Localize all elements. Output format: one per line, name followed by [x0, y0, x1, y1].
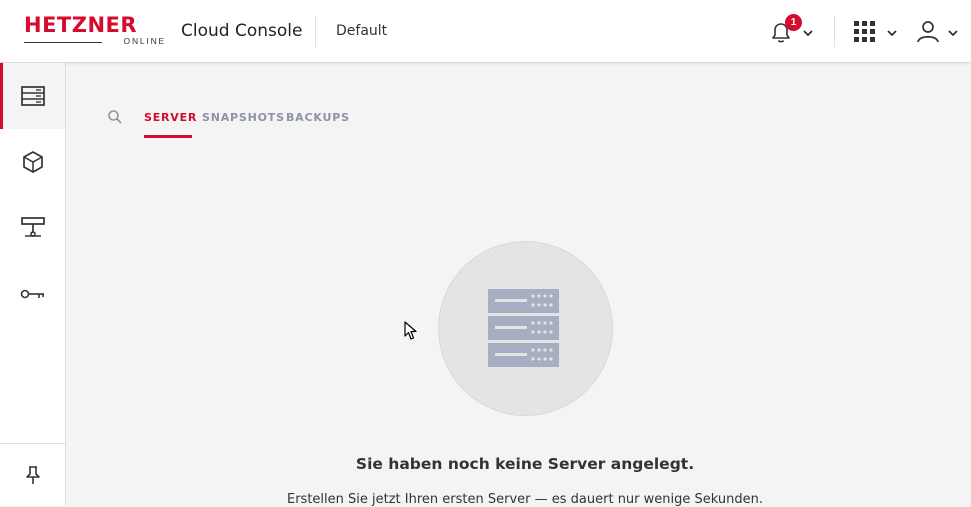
header-divider — [315, 16, 316, 47]
pin-sidebar-button[interactable] — [0, 444, 65, 506]
key-icon — [20, 289, 44, 299]
top-bar: HETZNER ONLINE Cloud Console Default 1 — [0, 0, 971, 63]
header-divider — [834, 16, 835, 47]
cube-icon — [22, 151, 43, 173]
sidebar-item-servers[interactable] — [0, 63, 65, 129]
user-chevron[interactable] — [947, 25, 959, 43]
empty-state-illustration — [438, 241, 613, 416]
sidebar-item-ssh-keys[interactable] — [0, 261, 65, 327]
sidebar — [0, 63, 66, 506]
project-selector[interactable]: Default — [336, 23, 387, 39]
search-button[interactable] — [107, 109, 123, 130]
tab-backups[interactable]: BACKUPS — [286, 111, 350, 124]
chevron-down-icon — [803, 30, 813, 37]
tab-server[interactable]: SERVER — [144, 111, 197, 124]
logo-wordmark: HETZNER — [24, 13, 138, 37]
logo-underline — [24, 42, 102, 43]
user-menu-button[interactable] — [915, 18, 941, 49]
tab-snapshots[interactable]: SNAPSHOTS — [202, 111, 285, 124]
sidebar-item-volumes[interactable] — [0, 129, 65, 195]
apps-grid-icon — [854, 21, 875, 42]
pin-icon — [25, 466, 40, 484]
chevron-down-icon — [887, 30, 897, 37]
sidebar-item-networks[interactable] — [0, 195, 65, 261]
apps-chevron[interactable] — [886, 25, 898, 43]
search-icon — [108, 110, 122, 124]
empty-state-subtitle: Erstellen Sie jetzt Ihren ersten Server … — [287, 492, 763, 507]
chevron-down-icon — [948, 30, 958, 37]
notification-badge: 1 — [785, 14, 802, 31]
server-rack-icon — [488, 289, 559, 367]
user-icon — [917, 21, 939, 43]
network-icon — [20, 217, 45, 237]
logo-subtext: ONLINE — [123, 36, 166, 46]
notifications-chevron[interactable] — [802, 25, 814, 43]
active-tab-indicator — [144, 135, 192, 138]
server-stack-icon — [20, 86, 45, 106]
mouse-cursor-icon — [404, 321, 418, 346]
app-title: Cloud Console — [181, 21, 303, 41]
hetzner-logo[interactable]: HETZNER ONLINE — [24, 14, 166, 46]
empty-state-title: Sie haben noch keine Server angelegt. — [355, 455, 695, 473]
apps-menu-button[interactable] — [853, 20, 877, 47]
